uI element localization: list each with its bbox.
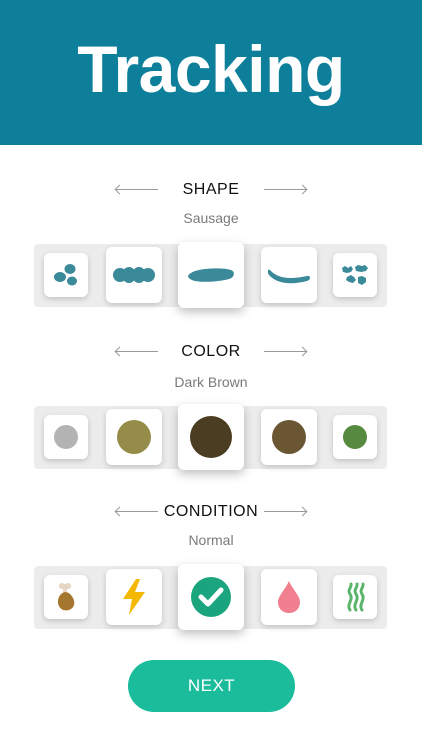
snake-icon <box>267 269 310 284</box>
drumstick-icon <box>57 583 75 611</box>
color-swatch <box>117 420 151 454</box>
shape-title: SHAPE <box>182 181 240 198</box>
shape-option-3[interactable] <box>178 242 244 308</box>
sausage-icon <box>188 268 234 282</box>
shape-selector <box>34 242 387 308</box>
color-selector <box>34 404 387 470</box>
steam-icon <box>347 582 365 612</box>
drop-icon <box>278 581 300 613</box>
condition-option-1[interactable] <box>44 575 88 619</box>
condition-option-3[interactable] <box>178 564 244 630</box>
condition-option-4[interactable] <box>261 569 317 625</box>
color-title: COLOR <box>181 343 241 360</box>
condition-header: CONDITION <box>0 500 422 524</box>
color-option-2[interactable] <box>106 409 162 465</box>
shape-option-2[interactable] <box>106 247 162 303</box>
condition-option-2[interactable] <box>106 569 162 625</box>
condition-title: CONDITION <box>163 503 259 520</box>
shape-value: Sausage <box>183 210 239 226</box>
color-next-arrow-icon[interactable] <box>264 346 308 357</box>
color-swatch <box>272 420 306 454</box>
color-swatch <box>343 425 367 449</box>
color-option-1[interactable] <box>44 415 88 459</box>
shape-option-4[interactable] <box>261 247 317 303</box>
shape-header: SHAPE <box>0 178 422 202</box>
color-header: COLOR <box>0 340 422 364</box>
page-title: Tracking <box>77 31 345 106</box>
lightning-icon <box>123 579 145 615</box>
color-swatch <box>54 425 78 449</box>
color-option-3[interactable] <box>178 404 244 470</box>
check-icon <box>191 577 231 617</box>
header-bar: Tracking <box>0 0 422 145</box>
color-option-5[interactable] <box>333 415 377 459</box>
separate-lumps-icon <box>54 264 77 286</box>
shape-next-arrow-icon[interactable] <box>264 184 308 195</box>
color-swatch <box>190 416 232 458</box>
color-option-4[interactable] <box>261 409 317 465</box>
fluffy-pieces-icon <box>342 265 368 285</box>
condition-option-5[interactable] <box>333 575 377 619</box>
condition-next-arrow-icon[interactable] <box>264 506 308 517</box>
shape-option-1[interactable] <box>44 253 88 297</box>
next-button[interactable]: NEXT <box>128 660 295 712</box>
lumpy-sausage-icon <box>113 267 155 283</box>
condition-selector <box>34 564 387 630</box>
color-value: Dark Brown <box>174 374 248 390</box>
shape-option-5[interactable] <box>333 253 377 297</box>
condition-value: Normal <box>188 532 234 548</box>
